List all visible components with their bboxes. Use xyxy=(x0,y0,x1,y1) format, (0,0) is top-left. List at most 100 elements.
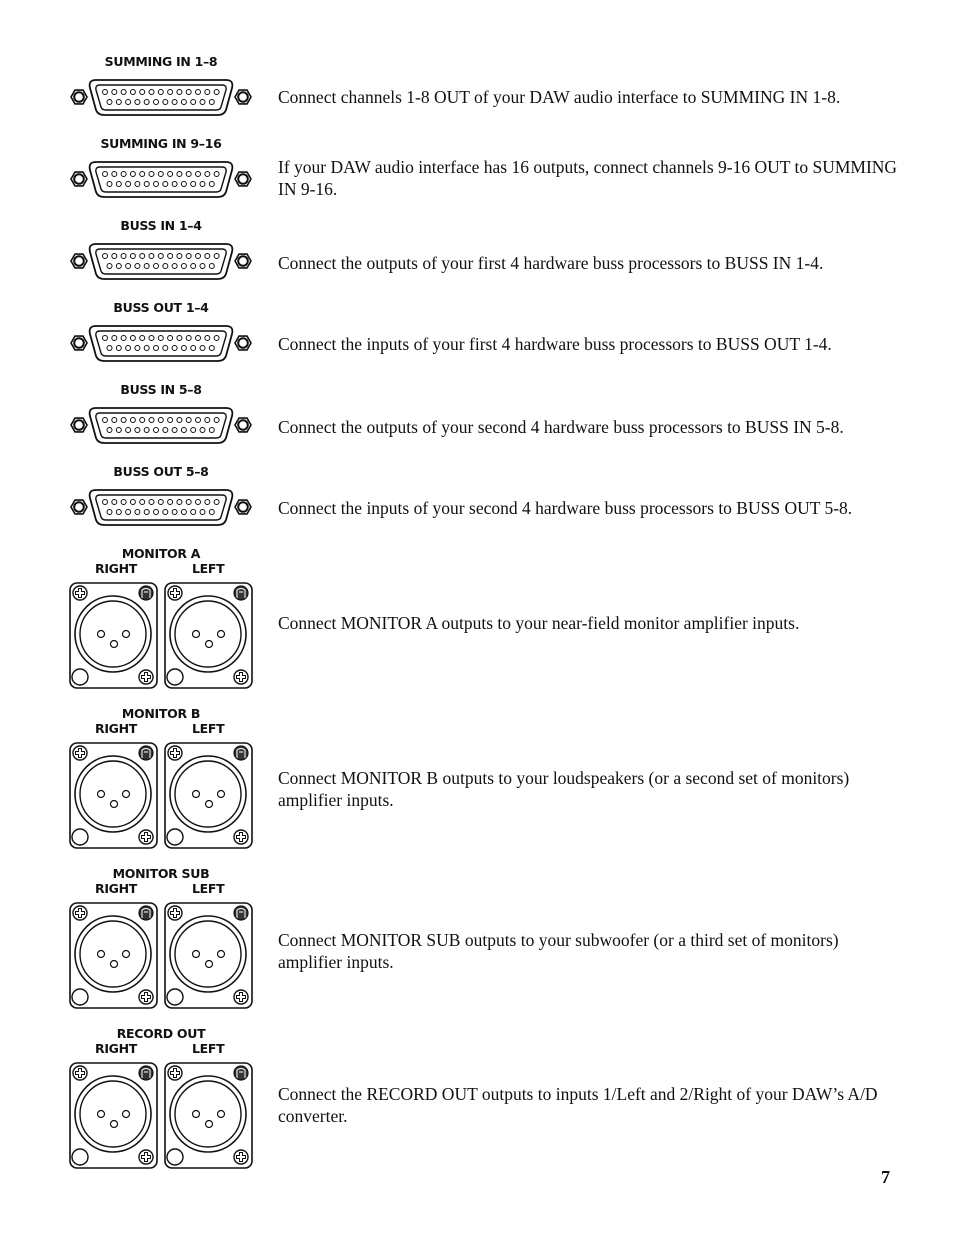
pin xyxy=(157,335,164,341)
pin xyxy=(102,171,108,177)
pin xyxy=(111,499,118,505)
pin xyxy=(134,427,141,433)
pin xyxy=(185,335,192,341)
xlr-jack xyxy=(164,742,253,849)
pin xyxy=(190,427,197,433)
pin xyxy=(115,509,122,515)
xlr-jack xyxy=(164,582,253,689)
pin xyxy=(139,89,146,95)
xlr-connector-icon xyxy=(69,582,253,689)
pin xyxy=(204,417,211,423)
pin xyxy=(102,417,108,423)
pin xyxy=(111,253,118,259)
pin xyxy=(213,335,220,341)
right-label: RIGHT xyxy=(95,721,138,736)
pin xyxy=(125,263,132,269)
pin xyxy=(115,181,122,187)
pin xyxy=(115,263,122,269)
xlr-jack xyxy=(164,1062,253,1169)
xlr-jack xyxy=(69,582,158,689)
pin xyxy=(213,499,220,505)
pin xyxy=(171,509,178,515)
pin xyxy=(162,345,169,351)
pin xyxy=(176,335,183,341)
connector-label: SUMMING IN 1–8 xyxy=(104,54,218,69)
connector-label: MONITOR B xyxy=(121,706,201,721)
pin xyxy=(106,345,113,351)
pin xyxy=(213,417,220,423)
pin xyxy=(180,345,187,351)
pin xyxy=(148,417,155,423)
pin xyxy=(185,499,192,505)
pin xyxy=(213,253,220,259)
connection-description: Connect the inputs of your second 4 hard… xyxy=(278,498,853,518)
left-label: LEFT xyxy=(192,721,225,736)
pin xyxy=(120,499,127,505)
connector-label: MONITOR SUB xyxy=(112,866,210,881)
pin xyxy=(190,263,197,269)
pin xyxy=(162,509,169,515)
pin xyxy=(213,171,220,177)
pin xyxy=(129,335,136,341)
xlr-connector-icon xyxy=(69,742,253,849)
pin xyxy=(148,499,155,505)
pin xyxy=(148,253,155,259)
pin xyxy=(195,417,201,423)
pin xyxy=(171,345,178,351)
pin xyxy=(153,345,159,351)
pin xyxy=(208,345,215,351)
pin xyxy=(162,263,169,269)
pin xyxy=(143,181,150,187)
pin xyxy=(185,171,192,177)
pin xyxy=(157,499,164,505)
pin xyxy=(213,89,220,95)
db25-connector-icon xyxy=(70,161,252,198)
pin xyxy=(143,427,150,433)
pin xyxy=(139,171,146,177)
pin xyxy=(190,99,197,105)
pin xyxy=(185,89,192,95)
pin xyxy=(102,499,108,505)
connector-label: BUSS OUT 1–4 xyxy=(113,300,209,315)
pin xyxy=(190,345,197,351)
pin xyxy=(208,509,215,515)
connection-description: Connect the outputs of your second 4 har… xyxy=(278,417,844,437)
pin xyxy=(176,171,183,177)
pin xyxy=(204,499,211,505)
left-label: LEFT xyxy=(192,561,225,576)
pin xyxy=(115,99,122,105)
pin xyxy=(143,263,150,269)
xlr-jack xyxy=(69,902,158,1009)
pin xyxy=(176,417,183,423)
pin xyxy=(106,509,113,515)
pin xyxy=(190,181,197,187)
pin xyxy=(102,253,108,259)
pin xyxy=(139,335,146,341)
pin xyxy=(180,263,187,269)
pin xyxy=(171,263,178,269)
pin xyxy=(111,89,118,95)
pin xyxy=(167,417,174,423)
left-label: LEFT xyxy=(192,1041,225,1056)
xlr-jack xyxy=(164,902,253,1009)
pin xyxy=(157,417,164,423)
pin xyxy=(171,181,178,187)
connector-label: MONITOR A xyxy=(121,546,201,561)
connector-label: BUSS IN 1–4 xyxy=(120,218,202,233)
pin xyxy=(139,253,146,259)
pin xyxy=(120,89,127,95)
pin xyxy=(134,181,141,187)
pin xyxy=(208,427,215,433)
right-label: RIGHT xyxy=(95,1041,138,1056)
connector-label: SUMMING IN 9–16 xyxy=(100,136,222,151)
right-label: RIGHT xyxy=(95,561,138,576)
connection-description: Connect MONITOR SUB outputs to your subw… xyxy=(278,930,839,972)
pin xyxy=(153,509,159,515)
pin xyxy=(167,499,174,505)
left-label: LEFT xyxy=(192,881,225,896)
pin xyxy=(129,253,136,259)
pin xyxy=(115,427,122,433)
pin xyxy=(180,427,187,433)
pin xyxy=(111,171,118,177)
pin xyxy=(195,171,201,177)
